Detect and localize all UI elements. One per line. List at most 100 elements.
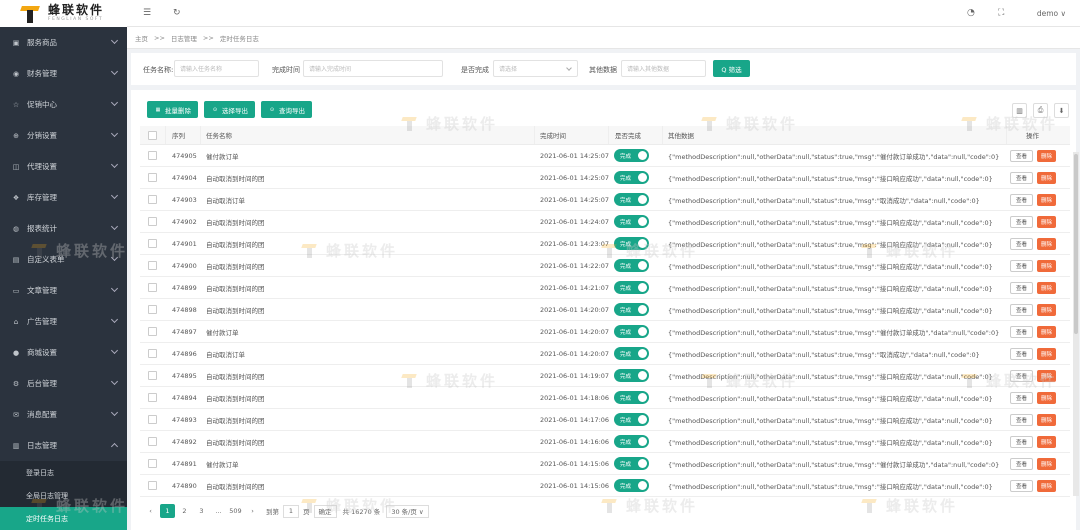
header-other[interactable]: 其他数据 bbox=[668, 126, 694, 144]
delete-button[interactable]: 删除 bbox=[1037, 149, 1057, 162]
view-button[interactable]: 查看 bbox=[1010, 303, 1034, 316]
prev-page-button[interactable]: ‹ bbox=[143, 504, 158, 518]
done-toggle[interactable]: 完成 bbox=[614, 237, 649, 250]
breadcrumb-item[interactable]: 定时任务日志 bbox=[220, 33, 259, 43]
delete-button[interactable]: 删除 bbox=[1037, 237, 1057, 250]
done-toggle[interactable]: 完成 bbox=[614, 391, 649, 404]
sidebar-item-10[interactable]: ● 商城设置 bbox=[0, 337, 127, 368]
row-checkbox[interactable] bbox=[148, 393, 157, 402]
header-time[interactable]: 完成时间 bbox=[540, 126, 566, 144]
sidebar-subitem-0[interactable]: 登录日志 bbox=[0, 461, 127, 484]
sidebar-item-12[interactable]: ✉ 消息配置 bbox=[0, 399, 127, 430]
is-done-select[interactable]: 请选择 bbox=[493, 60, 578, 77]
header-done[interactable]: 是否完成 bbox=[615, 126, 641, 144]
goto-page-input[interactable]: 1 bbox=[283, 504, 299, 518]
done-toggle[interactable]: 完成 bbox=[614, 303, 649, 316]
header-task[interactable]: 任务名称 bbox=[206, 126, 232, 144]
done-toggle[interactable]: 完成 bbox=[614, 479, 649, 492]
sidebar-item-13[interactable]: ▥ 日志管理 bbox=[0, 430, 127, 461]
delete-button[interactable]: 删除 bbox=[1037, 391, 1057, 404]
sidebar-item-3[interactable]: ⊕ 分销设置 bbox=[0, 120, 127, 151]
view-button[interactable]: 查看 bbox=[1010, 391, 1034, 404]
row-checkbox[interactable] bbox=[148, 327, 157, 336]
row-checkbox[interactable] bbox=[148, 371, 157, 380]
row-checkbox[interactable] bbox=[148, 173, 157, 182]
row-checkbox[interactable] bbox=[148, 261, 157, 270]
page-button[interactable]: 2 bbox=[177, 504, 192, 518]
row-checkbox[interactable] bbox=[148, 217, 157, 226]
skin-icon[interactable]: ◔ bbox=[967, 8, 975, 18]
sidebar-subitem-2[interactable]: 定时任务日志 bbox=[0, 507, 127, 530]
sidebar-item-2[interactable]: ☆ 促销中心 bbox=[0, 89, 127, 120]
done-toggle[interactable]: 完成 bbox=[614, 281, 649, 294]
delete-button[interactable]: 删除 bbox=[1037, 303, 1057, 316]
view-button[interactable]: 查看 bbox=[1010, 347, 1034, 360]
export-query-button[interactable]: ⊙ 查询导出 bbox=[261, 101, 312, 118]
next-page-button[interactable]: › bbox=[245, 504, 260, 518]
sidebar-item-9[interactable]: ⌂ 广告管理 bbox=[0, 306, 127, 337]
done-toggle[interactable]: 完成 bbox=[614, 347, 649, 360]
header-seq[interactable]: 序列 bbox=[172, 126, 185, 144]
view-button[interactable]: 查看 bbox=[1010, 171, 1034, 184]
view-button[interactable]: 查看 bbox=[1010, 149, 1034, 162]
row-checkbox[interactable] bbox=[148, 151, 157, 160]
delete-button[interactable]: 删除 bbox=[1037, 281, 1057, 294]
page-button[interactable]: 509 bbox=[228, 504, 243, 518]
page-button[interactable]: 3 bbox=[194, 504, 209, 518]
search-button[interactable]: Q 筛选 bbox=[713, 60, 750, 77]
sidebar-item-6[interactable]: ◍ 报表统计 bbox=[0, 213, 127, 244]
view-button[interactable]: 查看 bbox=[1010, 325, 1034, 338]
finish-time-input[interactable]: 请输入完成时间 bbox=[303, 60, 443, 77]
row-checkbox[interactable] bbox=[148, 349, 157, 358]
sidebar-subitem-1[interactable]: 全局日志管理 bbox=[0, 484, 127, 507]
done-toggle[interactable]: 完成 bbox=[614, 259, 649, 272]
sidebar-item-5[interactable]: ❖ 库存管理 bbox=[0, 182, 127, 213]
breadcrumb-item[interactable]: 主页 bbox=[135, 33, 148, 43]
view-button[interactable]: 查看 bbox=[1010, 281, 1034, 294]
delete-button[interactable]: 删除 bbox=[1037, 259, 1057, 272]
breadcrumb-item[interactable]: 日志管理 bbox=[171, 33, 197, 43]
row-checkbox[interactable] bbox=[148, 481, 157, 490]
user-menu[interactable]: demo ∨ bbox=[1037, 9, 1066, 18]
sidebar-item-11[interactable]: ⚙ 后台管理 bbox=[0, 368, 127, 399]
delete-button[interactable]: 删除 bbox=[1037, 325, 1057, 338]
view-button[interactable]: 查看 bbox=[1010, 237, 1034, 250]
view-button[interactable]: 查看 bbox=[1010, 259, 1034, 272]
batch-delete-button[interactable]: ▦ 批量删除 bbox=[147, 101, 198, 118]
task-name-input[interactable]: 请输入任务名称 bbox=[174, 60, 259, 77]
delete-button[interactable]: 删除 bbox=[1037, 347, 1057, 360]
page-size-select[interactable]: 30 条/页 ∨ bbox=[386, 504, 429, 518]
view-button[interactable]: 查看 bbox=[1010, 413, 1034, 426]
view-button[interactable]: 查看 bbox=[1010, 369, 1034, 382]
sidebar-item-7[interactable]: ▤ 自定义表单 bbox=[0, 244, 127, 275]
columns-icon[interactable]: ▥ bbox=[1012, 103, 1027, 118]
done-toggle[interactable]: 完成 bbox=[614, 193, 649, 206]
sidebar-item-8[interactable]: ▭ 文章管理 bbox=[0, 275, 127, 306]
done-toggle[interactable]: 完成 bbox=[614, 215, 649, 228]
export-selected-button[interactable]: ⊙ 选择导出 bbox=[204, 101, 255, 118]
other-data-input[interactable]: 请输入其他数据 bbox=[621, 60, 706, 77]
sidebar-item-0[interactable]: ▣ 服务商品 bbox=[0, 27, 127, 58]
row-checkbox[interactable] bbox=[148, 459, 157, 468]
logo[interactable]: 蜂联软件 FENGLIAN SOFT bbox=[0, 0, 127, 27]
view-button[interactable]: 查看 bbox=[1010, 193, 1034, 206]
sidebar-item-1[interactable]: ◉ 财务管理 bbox=[0, 58, 127, 89]
delete-button[interactable]: 删除 bbox=[1037, 435, 1057, 448]
delete-button[interactable]: 删除 bbox=[1037, 369, 1057, 382]
view-button[interactable]: 查看 bbox=[1010, 457, 1034, 470]
delete-button[interactable]: 删除 bbox=[1037, 171, 1057, 184]
page-button[interactable]: 1 bbox=[160, 504, 175, 518]
view-button[interactable]: 查看 bbox=[1010, 479, 1034, 492]
delete-button[interactable]: 删除 bbox=[1037, 479, 1057, 492]
done-toggle[interactable]: 完成 bbox=[614, 171, 649, 184]
print-icon[interactable]: ⎙ bbox=[1033, 103, 1048, 118]
row-checkbox[interactable] bbox=[148, 283, 157, 292]
done-toggle[interactable]: 完成 bbox=[614, 435, 649, 448]
row-checkbox[interactable] bbox=[148, 195, 157, 204]
download-icon[interactable]: ⬇ bbox=[1054, 103, 1069, 118]
delete-button[interactable]: 删除 bbox=[1037, 215, 1057, 228]
row-checkbox[interactable] bbox=[148, 239, 157, 248]
refresh-icon[interactable]: ↻ bbox=[173, 8, 181, 18]
menu-toggle-icon[interactable]: ☰ bbox=[143, 8, 151, 18]
sidebar-item-4[interactable]: ◫ 代理设置 bbox=[0, 151, 127, 182]
